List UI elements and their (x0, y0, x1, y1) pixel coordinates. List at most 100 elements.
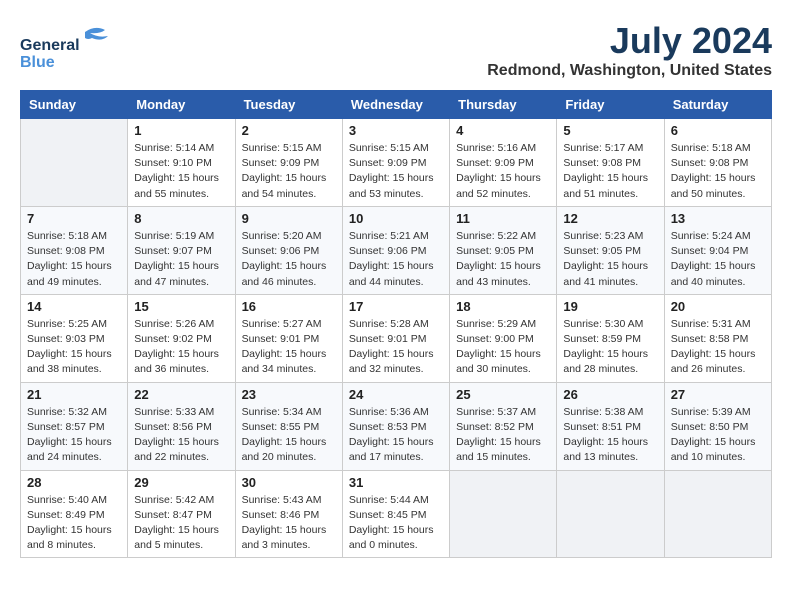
calendar-cell: 3 Sunrise: 5:15 AM Sunset: 9:09 PM Daylig… (342, 119, 449, 207)
day-info: Sunrise: 5:43 AM Sunset: 8:46 PM Dayligh… (242, 493, 336, 554)
day-number: 2 (242, 123, 336, 138)
col-thursday: Thursday (450, 91, 557, 119)
page-header: General Blue July 2024 Redmond, Washingt… (20, 20, 772, 80)
day-info: Sunrise: 5:22 AM Sunset: 9:05 PM Dayligh… (456, 229, 550, 290)
col-friday: Friday (557, 91, 664, 119)
day-info: Sunrise: 5:39 AM Sunset: 8:50 PM Dayligh… (671, 405, 765, 466)
day-number: 10 (349, 211, 443, 226)
calendar-cell: 1Sunrise: 5:14 AM Sunset: 9:10 PM Daylig… (128, 119, 235, 207)
day-info: Sunrise: 5:33 AM Sunset: 8:56 PM Dayligh… (134, 405, 228, 466)
day-info: Sunrise: 5:27 AM Sunset: 9:01 PM Dayligh… (242, 317, 336, 378)
svg-text:General: General (20, 37, 80, 54)
logo: General Blue (20, 20, 140, 70)
calendar-cell (557, 470, 664, 558)
day-info: Sunrise: 5:38 AM Sunset: 8:51 PM Dayligh… (563, 405, 657, 466)
day-info: Sunrise: 5:18 AM Sunset: 9:08 PM Dayligh… (27, 229, 121, 290)
day-info: Sunrise: 5:34 AM Sunset: 8:55 PM Dayligh… (242, 405, 336, 466)
day-number: 4 (456, 123, 550, 138)
day-info: Sunrise: 5:31 AM Sunset: 8:58 PM Dayligh… (671, 317, 765, 378)
day-info: Sunrise: 5:24 AM Sunset: 9:04 PM Dayligh… (671, 229, 765, 290)
calendar-cell (450, 470, 557, 558)
day-info: Sunrise: 5:36 AM Sunset: 8:53 PM Dayligh… (349, 405, 443, 466)
day-info: Sunrise: 5:26 AM Sunset: 9:02 PM Dayligh… (134, 317, 228, 378)
day-info: Sunrise: 5:30 AM Sunset: 8:59 PM Dayligh… (563, 317, 657, 378)
calendar-week-3: 14 Sunrise: 5:25 AM Sunset: 9:03 PM Dayli… (21, 294, 772, 382)
calendar-cell: 24 Sunrise: 5:36 AM Sunset: 8:53 PM Dayli… (342, 382, 449, 470)
col-tuesday: Tuesday (235, 91, 342, 119)
logo-svg: General Blue (20, 20, 140, 70)
calendar-cell: 18 Sunrise: 5:29 AM Sunset: 9:00 PM Dayli… (450, 294, 557, 382)
day-info: Sunrise: 5:20 AM Sunset: 9:06 PM Dayligh… (242, 229, 336, 290)
calendar-cell: 30 Sunrise: 5:43 AM Sunset: 8:46 PM Dayli… (235, 470, 342, 558)
day-number: 25 (456, 387, 550, 402)
calendar-cell: 15 Sunrise: 5:26 AM Sunset: 9:02 PM Dayli… (128, 294, 235, 382)
col-sunday: Sunday (21, 91, 128, 119)
day-info: Sunrise: 5:28 AM Sunset: 9:01 PM Dayligh… (349, 317, 443, 378)
day-number: 13 (671, 211, 765, 226)
day-info: Sunrise: 5:29 AM Sunset: 9:00 PM Dayligh… (456, 317, 550, 378)
day-info: Sunrise: 5:44 AM Sunset: 8:45 PM Dayligh… (349, 493, 443, 554)
calendar-cell: 7 Sunrise: 5:18 AM Sunset: 9:08 PM Daylig… (21, 206, 128, 294)
day-info: Sunrise: 5:37 AM Sunset: 8:52 PM Dayligh… (456, 405, 550, 466)
calendar-week-5: 28 Sunrise: 5:40 AM Sunset: 8:49 PM Dayli… (21, 470, 772, 558)
day-number: 7 (27, 211, 121, 226)
svg-text:Blue: Blue (20, 54, 55, 70)
calendar-cell: 14 Sunrise: 5:25 AM Sunset: 9:03 PM Dayli… (21, 294, 128, 382)
calendar-cell: 20 Sunrise: 5:31 AM Sunset: 8:58 PM Dayli… (664, 294, 771, 382)
day-number: 11 (456, 211, 550, 226)
calendar-cell: 2Sunrise: 5:15 AM Sunset: 9:09 PM Daylig… (235, 119, 342, 207)
calendar-table: Sunday Monday Tuesday Wednesday Thursday… (20, 90, 772, 558)
col-wednesday: Wednesday (342, 91, 449, 119)
calendar-cell: 5Sunrise: 5:17 AM Sunset: 9:08 PM Daylig… (557, 119, 664, 207)
day-number: 20 (671, 299, 765, 314)
calendar-cell: 29Sunrise: 5:42 AM Sunset: 8:47 PM Dayli… (128, 470, 235, 558)
calendar-cell (21, 119, 128, 207)
calendar-cell: 21 Sunrise: 5:32 AM Sunset: 8:57 PM Dayli… (21, 382, 128, 470)
day-info: Sunrise: 5:15 AM Sunset: 9:09 PM Dayligh… (349, 141, 443, 202)
day-number: 14 (27, 299, 121, 314)
day-number: 28 (27, 475, 121, 490)
day-info: Sunrise: 5:16 AM Sunset: 9:09 PM Dayligh… (456, 141, 550, 202)
calendar-week-4: 21 Sunrise: 5:32 AM Sunset: 8:57 PM Dayli… (21, 382, 772, 470)
calendar-cell: 31Sunrise: 5:44 AM Sunset: 8:45 PM Dayli… (342, 470, 449, 558)
calendar-week-1: 1Sunrise: 5:14 AM Sunset: 9:10 PM Daylig… (21, 119, 772, 207)
col-saturday: Saturday (664, 91, 771, 119)
calendar-week-2: 7 Sunrise: 5:18 AM Sunset: 9:08 PM Daylig… (21, 206, 772, 294)
col-monday: Monday (128, 91, 235, 119)
day-info: Sunrise: 5:21 AM Sunset: 9:06 PM Dayligh… (349, 229, 443, 290)
calendar-cell (664, 470, 771, 558)
day-info: Sunrise: 5:32 AM Sunset: 8:57 PM Dayligh… (27, 405, 121, 466)
calendar-cell: 9 Sunrise: 5:20 AM Sunset: 9:06 PM Daylig… (235, 206, 342, 294)
calendar-cell: 27 Sunrise: 5:39 AM Sunset: 8:50 PM Dayli… (664, 382, 771, 470)
day-info: Sunrise: 5:25 AM Sunset: 9:03 PM Dayligh… (27, 317, 121, 378)
day-number: 27 (671, 387, 765, 402)
day-number: 29 (134, 475, 228, 490)
day-number: 3 (349, 123, 443, 138)
calendar-cell: 13 Sunrise: 5:24 AM Sunset: 9:04 PM Dayli… (664, 206, 771, 294)
day-info: Sunrise: 5:19 AM Sunset: 9:07 PM Dayligh… (134, 229, 228, 290)
calendar-cell: 16Sunrise: 5:27 AM Sunset: 9:01 PM Dayli… (235, 294, 342, 382)
day-info: Sunrise: 5:40 AM Sunset: 8:49 PM Dayligh… (27, 493, 121, 554)
calendar-cell: 25 Sunrise: 5:37 AM Sunset: 8:52 PM Dayli… (450, 382, 557, 470)
day-info: Sunrise: 5:23 AM Sunset: 9:05 PM Dayligh… (563, 229, 657, 290)
day-number: 23 (242, 387, 336, 402)
day-number: 9 (242, 211, 336, 226)
calendar-cell: 28 Sunrise: 5:40 AM Sunset: 8:49 PM Dayli… (21, 470, 128, 558)
day-number: 19 (563, 299, 657, 314)
title-block: July 2024 Redmond, Washington, United St… (487, 20, 772, 80)
day-number: 21 (27, 387, 121, 402)
calendar-cell: 17Sunrise: 5:28 AM Sunset: 9:01 PM Dayli… (342, 294, 449, 382)
calendar-cell: 6Sunrise: 5:18 AM Sunset: 9:08 PM Daylig… (664, 119, 771, 207)
day-info: Sunrise: 5:17 AM Sunset: 9:08 PM Dayligh… (563, 141, 657, 202)
day-number: 18 (456, 299, 550, 314)
day-number: 30 (242, 475, 336, 490)
month-year: July 2024 (487, 20, 772, 62)
calendar-cell: 10 Sunrise: 5:21 AM Sunset: 9:06 PM Dayli… (342, 206, 449, 294)
calendar-cell: 22Sunrise: 5:33 AM Sunset: 8:56 PM Dayli… (128, 382, 235, 470)
day-number: 15 (134, 299, 228, 314)
calendar-cell: 12Sunrise: 5:23 AM Sunset: 9:05 PM Dayli… (557, 206, 664, 294)
calendar-header-row: Sunday Monday Tuesday Wednesday Thursday… (21, 91, 772, 119)
calendar-cell: 19 Sunrise: 5:30 AM Sunset: 8:59 PM Dayli… (557, 294, 664, 382)
day-number: 24 (349, 387, 443, 402)
day-number: 1 (134, 123, 228, 138)
